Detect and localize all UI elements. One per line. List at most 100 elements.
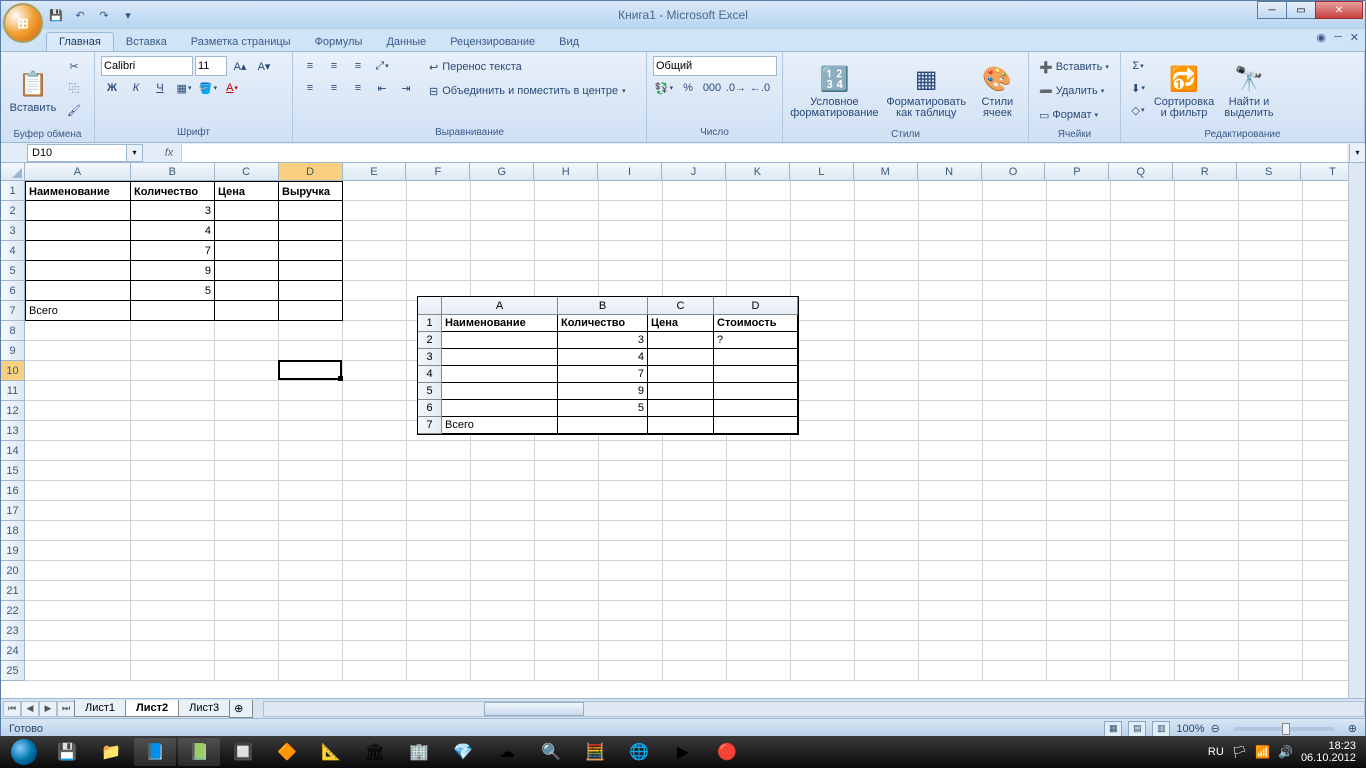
cell[interactable] [131, 481, 215, 501]
cell[interactable] [663, 221, 727, 241]
cell[interactable] [1111, 181, 1175, 201]
cell[interactable] [1047, 301, 1111, 321]
cell[interactable]: 9 [131, 261, 215, 281]
currency-icon[interactable]: 💱 [653, 78, 675, 98]
cell[interactable] [1239, 501, 1303, 521]
cell[interactable] [535, 441, 599, 461]
cell[interactable] [471, 661, 535, 681]
cell[interactable] [407, 581, 471, 601]
cell[interactable] [25, 361, 131, 381]
format-cells-button[interactable]: ▭Формат▾ [1035, 104, 1114, 126]
cell[interactable] [471, 601, 535, 621]
cell[interactable] [727, 241, 791, 261]
maximize-button[interactable]: ▭ [1286, 1, 1316, 19]
cell[interactable] [25, 621, 131, 641]
cell[interactable] [1111, 381, 1175, 401]
sheet-nav-first-icon[interactable]: ⏮ [3, 701, 21, 717]
taskbar-app9-icon[interactable]: 🧮 [574, 738, 616, 766]
decrease-decimal-icon[interactable]: ←.0 [749, 78, 771, 98]
cell[interactable] [599, 501, 663, 521]
cell[interactable] [535, 221, 599, 241]
cell[interactable] [535, 461, 599, 481]
format-table-button[interactable]: ▦Форматировать как таблицу [884, 56, 969, 126]
cell[interactable] [791, 221, 855, 241]
worksheet-area[interactable]: ABCDEFGHIJKLMNOPQRST 1234567891011121314… [1, 163, 1365, 698]
cell[interactable] [535, 581, 599, 601]
cell[interactable] [855, 521, 919, 541]
cell[interactable] [343, 301, 407, 321]
cell[interactable] [1239, 481, 1303, 501]
cell[interactable] [279, 621, 343, 641]
cell[interactable] [919, 241, 983, 261]
cell[interactable] [471, 621, 535, 641]
cell[interactable] [407, 221, 471, 241]
cell[interactable] [1111, 361, 1175, 381]
cell[interactable] [1239, 521, 1303, 541]
cell[interactable] [1239, 381, 1303, 401]
row-header-17[interactable]: 17 [1, 501, 24, 521]
autosum-icon[interactable]: Σ [1127, 56, 1149, 76]
cell[interactable] [343, 221, 407, 241]
cell[interactable] [25, 501, 131, 521]
cell[interactable] [727, 461, 791, 481]
cell[interactable] [407, 601, 471, 621]
shrink-font-icon[interactable]: A▾ [253, 56, 275, 76]
row-header-6[interactable]: 6 [1, 281, 24, 301]
cell[interactable] [855, 241, 919, 261]
row-header-25[interactable]: 25 [1, 661, 24, 681]
cell[interactable] [471, 181, 535, 201]
cell[interactable] [919, 401, 983, 421]
cell[interactable] [215, 661, 279, 681]
cell[interactable] [791, 241, 855, 261]
office-button[interactable]: ⊞ [3, 3, 43, 43]
col-header-F[interactable]: F [406, 163, 470, 180]
cell[interactable]: Цена [215, 181, 279, 201]
cell[interactable] [791, 441, 855, 461]
align-top-icon[interactable]: ≡ [299, 56, 321, 76]
cell[interactable] [1175, 601, 1239, 621]
cell[interactable] [855, 261, 919, 281]
cell[interactable] [663, 201, 727, 221]
cell[interactable] [279, 301, 343, 321]
cell[interactable] [663, 521, 727, 541]
cell[interactable] [855, 541, 919, 561]
cell[interactable] [471, 561, 535, 581]
cell[interactable] [791, 581, 855, 601]
cell[interactable] [1239, 561, 1303, 581]
cell[interactable] [1239, 461, 1303, 481]
cell[interactable] [215, 601, 279, 621]
tab-formulas[interactable]: Формулы [303, 33, 375, 51]
tab-insert[interactable]: Вставка [114, 33, 179, 51]
cell[interactable] [1111, 281, 1175, 301]
cell[interactable] [471, 521, 535, 541]
start-button[interactable] [4, 737, 44, 767]
cell[interactable] [1047, 421, 1111, 441]
indent-icon[interactable]: ⇥ [395, 78, 417, 98]
cell[interactable] [1047, 481, 1111, 501]
col-header-M[interactable]: M [854, 163, 918, 180]
cell[interactable] [25, 661, 131, 681]
cell[interactable] [791, 401, 855, 421]
cell[interactable] [25, 441, 131, 461]
cell[interactable] [663, 641, 727, 661]
cell[interactable] [215, 241, 279, 261]
cell[interactable] [279, 261, 343, 281]
cell[interactable] [919, 541, 983, 561]
cell[interactable] [791, 501, 855, 521]
taskbar-app4-icon[interactable]: 🏛 [354, 738, 396, 766]
cell[interactable] [983, 301, 1047, 321]
cell[interactable] [983, 581, 1047, 601]
cell[interactable] [343, 321, 407, 341]
cell[interactable] [407, 181, 471, 201]
help-icon[interactable]: ◉ [1316, 31, 1326, 44]
cell[interactable] [663, 461, 727, 481]
sort-filter-button[interactable]: 🔂Сортировка и фильтр [1153, 56, 1215, 126]
cell[interactable]: Выручка [279, 181, 343, 201]
new-sheet-button[interactable]: ⊕ [229, 700, 253, 718]
percent-icon[interactable]: % [677, 78, 699, 98]
tab-data[interactable]: Данные [374, 33, 438, 51]
cell[interactable] [1239, 601, 1303, 621]
view-pagebreak-icon[interactable]: ▥ [1152, 721, 1170, 737]
cell[interactable] [215, 361, 279, 381]
cell[interactable] [791, 281, 855, 301]
